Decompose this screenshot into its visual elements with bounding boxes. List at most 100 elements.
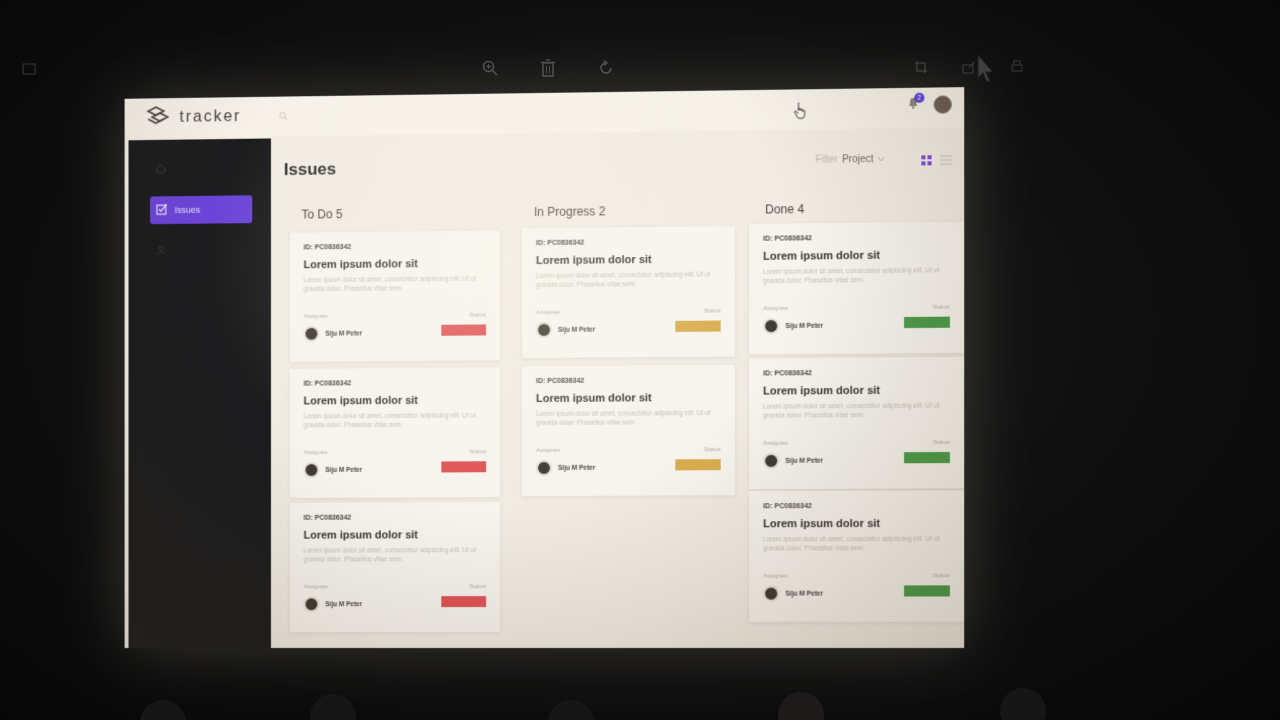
assignee-name: Siju M Peter [557, 464, 596, 472]
card-assignee: Siju M Peter [536, 459, 596, 477]
card-assignee: Siju M Peter [763, 452, 824, 469]
status-label: Status [932, 573, 950, 580]
edit-create-button[interactable] [914, 60, 934, 77]
status-badge[interactable] [904, 585, 950, 597]
print-button[interactable] [1010, 60, 1024, 77]
issue-card[interactable]: ID: PC0836342 Lorem ipsum dolor sit Lore… [289, 367, 501, 498]
view-toggle [921, 152, 952, 171]
avatar [303, 596, 320, 613]
assignee-name: Siju M Peter [785, 457, 824, 465]
issue-card[interactable]: ID: PC0836342 Lorem ipsum dolor sit Lore… [748, 356, 965, 490]
sidebar-item-users[interactable] [150, 236, 252, 265]
search-icon [279, 111, 288, 122]
assignee-label: Assignee [536, 309, 561, 317]
status-badge[interactable] [904, 316, 950, 329]
back-icon [22, 62, 36, 79]
card-description: Lorem ipsum dolor sit amet, consectetur … [303, 412, 476, 430]
avatar [536, 321, 552, 339]
sidebar-item-dashboard[interactable] [150, 155, 252, 184]
chevron-down-icon [878, 154, 885, 165]
status-badge[interactable] [441, 461, 487, 473]
status-label: Status [703, 308, 721, 315]
status-label: Status [932, 439, 950, 447]
column-header-done: Done 4 [765, 202, 805, 217]
filter-dropdown[interactable]: Filter Project [815, 154, 884, 166]
assignee-name: Siju M Peter [785, 322, 824, 330]
users-icon [156, 245, 166, 257]
desk-object [778, 692, 824, 720]
issue-card[interactable]: ID: PC0836342 Lorem ipsum dolor sit Lore… [522, 225, 735, 359]
avatar [763, 318, 780, 335]
avatar [303, 325, 320, 342]
card-meta: Assignee Status [763, 573, 950, 579]
sidebar-item-label: Issues [174, 204, 201, 216]
issue-card[interactable]: ID: PC0836342 Lorem ipsum dolor sit Lore… [289, 230, 501, 362]
desk-object [310, 694, 356, 720]
desk-foreground [0, 660, 1280, 720]
card-assignee: Siju M Peter [303, 462, 362, 479]
column-header-in-progress: In Progress 2 [534, 204, 606, 220]
card-meta: Assignee Status [536, 308, 721, 316]
page-title: Issues [283, 159, 337, 180]
zoom-in-icon[interactable] [478, 56, 502, 80]
logo-text: tracker [179, 108, 242, 126]
viewer-back[interactable] [22, 62, 44, 79]
status-label: Status [932, 304, 950, 311]
share-icon [962, 60, 976, 77]
card-title: Lorem ipsum dolor sit [536, 253, 652, 268]
card-meta: Assignee Status [304, 449, 487, 456]
card-id: ID: PC0836342 [536, 377, 585, 386]
assignee-name: Siju M Peter [557, 326, 596, 334]
card-id: ID: PC0836342 [763, 235, 812, 243]
desk-object [140, 700, 186, 720]
status-label: Status [469, 584, 487, 591]
assignee-label: Assignee [536, 447, 561, 455]
main-content: Issues Filter Project To Do 5 In Progres… [271, 128, 965, 649]
status-badge[interactable] [441, 596, 487, 608]
card-meta: Assignee Status [304, 584, 487, 590]
card-title: Lorem ipsum dolor sit [303, 394, 418, 408]
sidebar-item-issues[interactable]: Issues [150, 195, 253, 225]
card-assignee: Siju M Peter [763, 585, 824, 602]
card-meta: Assignee Status [763, 304, 950, 312]
notifications-button[interactable]: 2 [907, 92, 925, 114]
issue-card[interactable]: ID: PC0836342 Lorem ipsum dolor sit Lore… [522, 364, 735, 497]
status-badge[interactable] [675, 320, 721, 332]
list-view-icon[interactable] [940, 152, 952, 170]
delete-icon[interactable] [536, 56, 560, 80]
app-logo[interactable]: tracker [144, 104, 241, 132]
card-description: Lorem ipsum dolor sit amet, consectetur … [763, 267, 940, 285]
grid-view-icon[interactable] [921, 152, 932, 170]
sidebar: Issues [128, 138, 271, 649]
status-label: Status [469, 312, 487, 319]
assignee-name: Siju M Peter [325, 600, 363, 608]
viewer-right-actions [914, 60, 1024, 77]
filter-value: Project [841, 153, 874, 166]
tracker-logo-icon [144, 105, 171, 132]
issue-card[interactable]: ID: PC0836342 Lorem ipsum dolor sit Lore… [748, 490, 965, 622]
status-badge[interactable] [441, 324, 487, 336]
card-description: Lorem ipsum dolor sit amet, consectetur … [536, 271, 711, 290]
card-id: ID: PC0836342 [303, 380, 352, 388]
dashboard-icon [156, 164, 166, 176]
assignee-name: Siju M Peter [785, 590, 824, 598]
desk-object [1000, 688, 1046, 720]
search-bar[interactable] [279, 111, 294, 122]
viewer-actions [478, 56, 618, 80]
assignee-label: Assignee [763, 440, 789, 447]
status-badge[interactable] [675, 459, 721, 471]
topbar-right: 2 [907, 92, 952, 114]
card-meta: Assignee Status [304, 312, 487, 320]
issue-card[interactable]: ID: PC0836342 Lorem ipsum dolor sit Lore… [289, 502, 501, 633]
card-id: ID: PC0836342 [763, 503, 812, 511]
status-badge[interactable] [904, 451, 950, 464]
rotate-icon[interactable] [594, 56, 618, 80]
card-assignee: Siju M Peter [763, 318, 823, 335]
assignee-label: Assignee [303, 584, 328, 591]
card-assignee: Siju M Peter [303, 325, 362, 342]
issue-card[interactable]: ID: PC0836342 Lorem ipsum dolor sit Lore… [748, 221, 965, 355]
user-avatar[interactable] [933, 95, 952, 114]
avatar [763, 585, 780, 602]
card-title: Lorem ipsum dolor sit [763, 249, 881, 263]
assignee-label: Assignee [763, 573, 789, 580]
